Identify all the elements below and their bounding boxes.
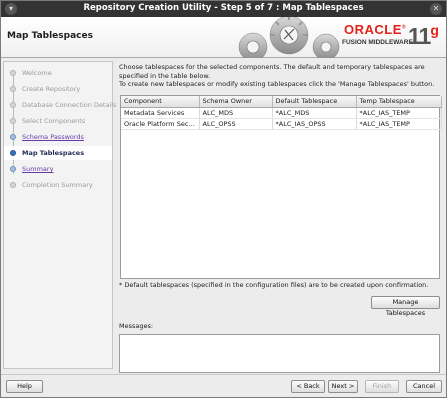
next-button[interactable]: Next > [328, 380, 358, 393]
step-dot-icon [10, 70, 16, 76]
default-tablespace-footnote: * Default tablespaces (specified in the … [119, 281, 429, 289]
table-row[interactable]: Oracle Platform Secu... ALC_OPSS *ALC_IA… [121, 118, 442, 130]
cell-temp-tablespace[interactable]: *ALC_IAS_TEMP [356, 107, 442, 119]
product-name: FUSION MIDDLEWARE [342, 39, 413, 46]
instruction-line: To create new tablespaces or modify exis… [119, 80, 435, 88]
nav-step-label: Database Connection Details [22, 101, 117, 109]
messages-area[interactable] [119, 334, 440, 373]
cell-schema-owner: ALC_OPSS [199, 118, 273, 130]
page-title: Map Tablespaces [7, 31, 93, 41]
close-icon[interactable]: ✕ [430, 3, 442, 15]
nav-step-create-repository: Create Repository [4, 82, 112, 96]
nav-step-label[interactable]: Schema Passwords [22, 133, 84, 141]
step-dot-icon [10, 182, 16, 188]
step-navigation: Welcome Create Repository Database Conne… [3, 61, 116, 369]
oracle-logo: ORACLE® [344, 22, 407, 37]
nav-step-label: Create Repository [22, 85, 81, 93]
nav-step-completion-summary: Completion Summary [4, 178, 112, 192]
window-title: Repository Creation Utility - Step 5 of … [83, 3, 364, 13]
cell-default-tablespace[interactable]: *ALC_IAS_OPSS [272, 118, 357, 130]
column-header-default-tablespace[interactable]: Default Tablespace [272, 96, 357, 108]
current-step-icon [10, 150, 16, 156]
instruction-line: Choose tablespaces for the selected comp… [119, 63, 425, 80]
step-dot-icon [10, 86, 16, 92]
nav-step-label: Completion Summary [22, 181, 93, 189]
nav-step-welcome: Welcome [4, 66, 112, 80]
nav-step-schema-passwords[interactable]: Schema Passwords [4, 130, 112, 144]
header-banner: Map Tablespaces ORACLE® FUSION MIDDLEWAR… [1, 17, 446, 58]
column-header-temp-tablespace[interactable]: Temp Tablespace [356, 96, 442, 108]
nav-step-label[interactable]: Summary [22, 165, 53, 173]
table-header-row: Component Schema Owner Default Tablespac… [121, 96, 442, 108]
table-row[interactable]: Metadata Services ALC_MDS *ALC_MDS *ALC_… [121, 107, 442, 119]
help-button[interactable]: Help [6, 380, 43, 393]
cell-temp-tablespace[interactable]: *ALC_IAS_TEMP [356, 118, 442, 130]
title-bar: ▾ Repository Creation Utility - Step 5 o… [1, 1, 446, 17]
main-content: Choose tablespaces for the selected comp… [117, 61, 443, 373]
rcu-window: ▾ Repository Creation Utility - Step 5 o… [0, 0, 447, 398]
step-dot-icon [10, 102, 16, 108]
column-header-component[interactable]: Component [121, 96, 200, 108]
back-button[interactable]: < Back [291, 380, 325, 393]
nav-step-label: Welcome [22, 69, 52, 77]
nav-step-select-components: Select Components [4, 114, 112, 128]
gears-graphic-icon [238, 17, 340, 58]
nav-step-summary[interactable]: Summary [4, 162, 112, 176]
manage-tablespaces-button[interactable]: Manage Tablespaces [371, 296, 440, 317]
messages-label: Messages: [119, 322, 154, 330]
cancel-button[interactable]: Cancel [406, 380, 442, 393]
cell-schema-owner: ALC_MDS [199, 107, 273, 119]
nav-step-database-connection: Database Connection Details [4, 98, 116, 112]
wizard-button-bar: Help < Back Next > Finish Cancel [1, 374, 446, 397]
finish-button: Finish [365, 380, 399, 393]
column-header-schema-owner[interactable]: Schema Owner [199, 96, 273, 108]
cell-component: Metadata Services [121, 107, 200, 119]
nav-step-label: Map Tablespaces [22, 149, 85, 157]
step-dot-icon [10, 166, 16, 172]
nav-step-map-tablespaces: Map Tablespaces [4, 146, 112, 160]
tablespace-table: Component Schema Owner Default Tablespac… [120, 95, 442, 279]
instructions-text: Choose tablespaces for the selected comp… [119, 63, 441, 89]
step-dot-icon [10, 134, 16, 140]
cell-component: Oracle Platform Secu... [121, 118, 200, 130]
version-logo: 11g [408, 22, 439, 49]
cell-default-tablespace[interactable]: *ALC_MDS [272, 107, 357, 119]
step-dot-icon [10, 118, 16, 124]
nav-step-label: Select Components [22, 117, 86, 125]
